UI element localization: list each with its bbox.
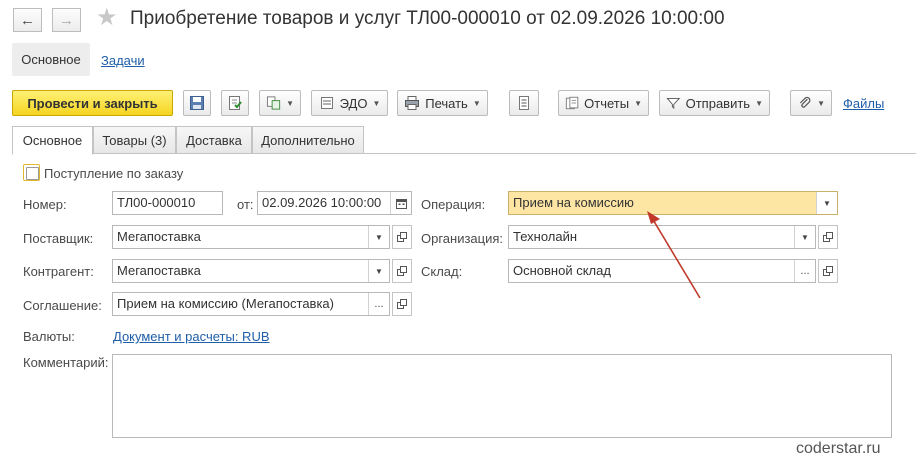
annotation-arrow <box>647 211 701 299</box>
paperclip-icon <box>799 96 811 108</box>
edo-icon <box>320 97 333 109</box>
organization-value: Технолайн <box>513 229 578 244</box>
send-icon <box>666 97 681 110</box>
chevron-down-icon: ▼ <box>817 98 825 108</box>
create-based-on-icon <box>266 96 281 110</box>
watermark: coderstar.ru <box>796 440 881 457</box>
comment-label: Комментарий: <box>23 355 109 370</box>
edo-label: ЭДО <box>339 95 368 111</box>
agreement-select-button[interactable]: ... <box>368 293 389 315</box>
agreement-open-button[interactable] <box>392 292 412 316</box>
reports-button[interactable]: Отчеты ▼ <box>558 90 649 116</box>
save-button[interactable] <box>183 90 211 116</box>
post-and-close-button[interactable]: Провести и закрыть <box>12 90 173 116</box>
organization-label: Организация: <box>421 231 504 246</box>
tab-goods[interactable]: Товары (3) <box>93 126 176 154</box>
organization-open-button[interactable] <box>818 225 838 249</box>
edo-button[interactable]: ЭДО ▼ <box>311 90 388 116</box>
favorite-star-icon[interactable]: ★ <box>96 6 118 30</box>
open-window-icon <box>397 266 407 276</box>
ellipsis-icon: ... <box>800 265 810 277</box>
chevron-down-icon: ▼ <box>755 98 763 108</box>
arrow-left-icon: ← <box>20 11 35 29</box>
send-button[interactable]: Отправить ▼ <box>659 90 770 116</box>
counterparty-label: Контрагент: <box>23 264 94 279</box>
tab-additional[interactable]: Дополнительно <box>252 126 364 154</box>
send-label: Отправить <box>685 95 751 111</box>
create-based-on-button[interactable]: ▼ <box>259 90 301 116</box>
calendar-icon <box>395 198 407 209</box>
chevron-down-icon: ▼ <box>286 98 294 108</box>
forward-button[interactable]: → <box>52 8 81 32</box>
chevron-down-icon: ▼ <box>823 198 831 208</box>
arrow-right-icon: → <box>59 11 74 29</box>
operation-dropdown-button[interactable]: ▼ <box>816 192 837 214</box>
comment-textarea[interactable] <box>112 354 892 438</box>
warehouse-value: Основной склад <box>513 263 611 278</box>
print-label: Печать <box>425 95 468 111</box>
supplier-dropdown-button[interactable]: ▼ <box>368 226 389 248</box>
by-order-label: Поступление по заказу <box>44 166 184 181</box>
post-document-icon <box>229 96 242 110</box>
back-button[interactable]: ← <box>13 8 42 32</box>
open-window-icon <box>823 232 833 242</box>
counterparty-open-button[interactable] <box>392 259 412 283</box>
counterparty-field[interactable]: Мегапоставка ▼ <box>112 259 390 283</box>
warehouse-label: Склад: <box>421 264 463 279</box>
supplier-value: Мегапоставка <box>117 229 201 244</box>
reports-label: Отчеты <box>584 95 630 111</box>
chevron-down-icon: ▼ <box>372 98 381 108</box>
structure-button[interactable] <box>509 90 539 116</box>
by-order-checkbox[interactable] <box>23 164 40 181</box>
window-title: Приобретение товаров и услуг ТЛ00-000010… <box>130 8 725 29</box>
chevron-down-icon: ▼ <box>375 266 383 276</box>
warehouse-open-button[interactable] <box>818 259 838 283</box>
date-label: от: <box>237 197 254 212</box>
calendar-button[interactable] <box>390 192 411 214</box>
files-link[interactable]: Файлы <box>843 96 884 111</box>
operation-label: Операция: <box>421 197 486 212</box>
counterparty-value: Мегапоставка <box>117 263 201 278</box>
organization-dropdown-button[interactable]: ▼ <box>794 226 815 248</box>
warehouse-select-button[interactable]: ... <box>794 260 815 282</box>
number-label: Номер: <box>23 197 67 212</box>
attachments-button[interactable]: ▼ <box>790 90 832 116</box>
number-field[interactable]: ТЛ00-000010 <box>112 191 223 215</box>
list-document-icon <box>519 96 529 110</box>
open-window-icon <box>823 266 833 276</box>
section-main[interactable]: Основное <box>12 43 90 76</box>
tab-main[interactable]: Основное <box>12 126 93 155</box>
section-tasks-link[interactable]: Задачи <box>101 53 145 68</box>
printer-icon <box>405 96 420 110</box>
floppy-disk-icon <box>190 96 204 110</box>
tab-delivery[interactable]: Доставка <box>176 126 252 154</box>
ellipsis-icon: ... <box>374 298 384 310</box>
open-window-icon <box>397 232 407 242</box>
currency-link[interactable]: Документ и расчеты: RUB <box>113 329 270 344</box>
chevron-down-icon: ▼ <box>634 98 642 108</box>
chevron-down-icon: ▼ <box>801 232 809 242</box>
chevron-down-icon: ▼ <box>472 98 481 108</box>
agreement-field[interactable]: Прием на комиссию (Мегапоставка) ... <box>112 292 390 316</box>
post-button[interactable] <box>221 90 249 116</box>
supplier-field[interactable]: Мегапоставка ▼ <box>112 225 390 249</box>
supplier-label: Поставщик: <box>23 231 94 246</box>
supplier-open-button[interactable] <box>392 225 412 249</box>
date-value: 02.09.2026 10:00:00 <box>262 195 382 210</box>
date-field[interactable]: 02.09.2026 10:00:00 <box>257 191 412 215</box>
agreement-value: Прием на комиссию (Мегапоставка) <box>117 296 334 311</box>
counterparty-dropdown-button[interactable]: ▼ <box>368 260 389 282</box>
print-button[interactable]: Печать ▼ <box>397 90 488 116</box>
agreement-label: Соглашение: <box>23 298 102 313</box>
reports-icon <box>565 96 579 110</box>
currency-label: Валюты: <box>23 329 75 344</box>
open-window-icon <box>397 299 407 309</box>
operation-value: Прием на комиссию <box>513 195 634 210</box>
chevron-down-icon: ▼ <box>375 232 383 242</box>
